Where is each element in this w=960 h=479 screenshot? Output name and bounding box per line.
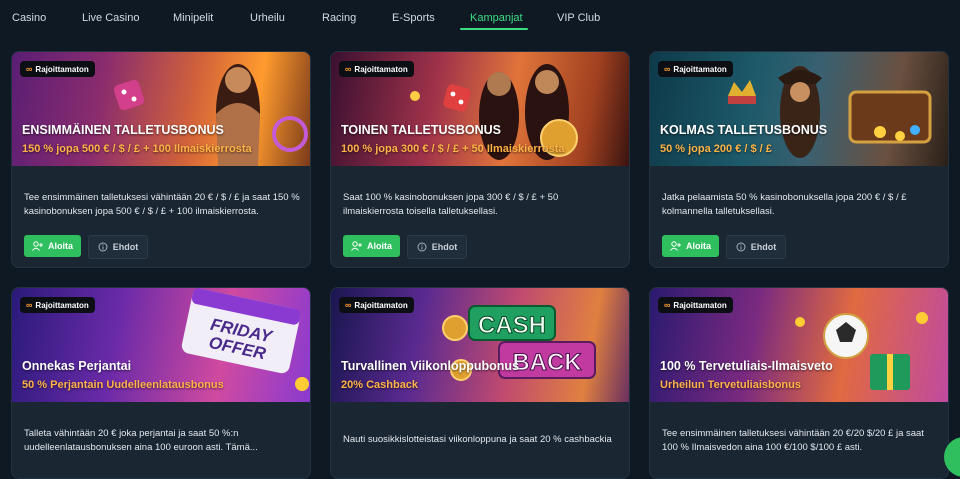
promo-subtitle: 150 % jopa 500 € / $ / £ + 100 Ilmaiskie…	[22, 143, 252, 155]
add-user-icon	[351, 241, 362, 251]
info-icon	[736, 242, 746, 252]
infinity-icon: ∞	[26, 64, 33, 74]
unlimited-badge: ∞ Rajoittamaton	[658, 297, 733, 313]
promo-subtitle: 20% Cashback	[341, 379, 419, 391]
unlimited-badge: ∞ Rajoittamaton	[339, 297, 414, 313]
promo-card-sports-free-bet: ∞ Rajoittamaton 100 % Tervetuliais-Ilmais…	[649, 287, 949, 479]
add-user-icon	[32, 241, 43, 251]
promo-subtitle: Urheilun Tervetuliaisbonus	[660, 379, 801, 391]
nav-item-esports[interactable]: E-Sports	[392, 12, 435, 24]
promo-title: ENSIMMÄINEN TALLETUSBONUS	[22, 123, 224, 137]
promo-title: Turvallinen Viikonloppubonus	[341, 359, 520, 373]
promo-title: KOLMAS TALLETUSBONUS	[660, 123, 828, 137]
promo-banner: CASH BACK ∞ Rajoittamaton Turvallinen Vii…	[331, 288, 629, 402]
promo-card-first-deposit: ∞ Rajoittamaton ENSIMMÄINEN TALLETUSBONUS…	[11, 51, 311, 268]
promo-subtitle: 50 % jopa 200 € / $ / £	[660, 143, 772, 155]
promo-description: Jatka pelaamista 50 % kasinobonuksella j…	[662, 192, 907, 217]
start-button[interactable]: Aloita	[662, 235, 719, 257]
infinity-icon: ∞	[345, 300, 352, 310]
promo-banner: FRIDAY OFFER ∞ Rajoittamaton Onnekas Perj…	[12, 288, 310, 402]
promo-title: 100 % Tervetuliais-Ilmaisveto	[660, 359, 833, 373]
unlimited-badge: ∞ Rajoittamaton	[20, 297, 95, 313]
infinity-icon: ∞	[664, 64, 671, 74]
promo-description: Tee ensimmäinen talletuksesi vähintään 2…	[24, 192, 300, 217]
terms-button[interactable]: Ehdot	[726, 235, 786, 259]
promo-description: Tee ensimmäinen talletuksesi vähintään 2…	[662, 428, 924, 453]
promo-card-second-deposit: ∞ Rajoittamaton TOINEN TALLETUSBONUS 100 …	[330, 51, 630, 268]
nav-item-racing[interactable]: Racing	[322, 12, 356, 24]
nav-active-indicator	[460, 28, 528, 30]
info-icon	[98, 242, 108, 252]
promo-subtitle: 100 % jopa 300 € / $ / £ + 50 Ilmaiskier…	[341, 143, 565, 155]
promo-banner: ∞ Rajoittamaton KOLMAS TALLETUSBONUS 50 %…	[650, 52, 948, 166]
promo-card-weekend-cashback: CASH BACK ∞ Rajoittamaton Turvallinen Vii…	[330, 287, 630, 479]
nav-item-urheilu[interactable]: Urheilu	[250, 12, 285, 24]
terms-button[interactable]: Ehdot	[407, 235, 467, 259]
cash-art-text: CASH	[478, 312, 546, 339]
unlimited-badge: ∞ Rajoittamaton	[658, 61, 733, 77]
promo-description: Talleta vähintään 20 € joka perjantai ja…	[24, 428, 258, 453]
promo-banner: ∞ Rajoittamaton ENSIMMÄINEN TALLETUSBONUS…	[12, 52, 310, 166]
terms-button[interactable]: Ehdot	[88, 235, 148, 259]
start-button[interactable]: Aloita	[343, 235, 400, 257]
promo-description: Saat 100 % kasinobonuksen jopa 300 € / $…	[343, 192, 559, 217]
nav-item-kampanjat[interactable]: Kampanjat	[470, 12, 523, 24]
infinity-icon: ∞	[26, 300, 33, 310]
start-button[interactable]: Aloita	[24, 235, 81, 257]
unlimited-badge: ∞ Rajoittamaton	[20, 61, 95, 77]
category-nav: Casino Live Casino Minipelit Urheilu Rac…	[0, 0, 960, 40]
infinity-icon: ∞	[664, 300, 671, 310]
nav-item-live-casino[interactable]: Live Casino	[82, 12, 139, 24]
promo-banner: ∞ Rajoittamaton TOINEN TALLETUSBONUS 100 …	[331, 52, 629, 166]
promo-title: TOINEN TALLETUSBONUS	[341, 123, 501, 137]
promo-card-third-deposit: ∞ Rajoittamaton KOLMAS TALLETUSBONUS 50 %…	[649, 51, 949, 268]
nav-item-vip-club[interactable]: VIP Club	[557, 12, 600, 24]
nav-item-casino[interactable]: Casino	[12, 12, 46, 24]
infinity-icon: ∞	[345, 64, 352, 74]
promo-description: Nauti suosikkislotteistasi viikonloppuna…	[343, 434, 612, 445]
promo-banner: ∞ Rajoittamaton 100 % Tervetuliais-Ilmais…	[650, 288, 948, 402]
promo-title: Onnekas Perjantai	[22, 359, 132, 373]
back-art-text: BACK	[512, 349, 582, 376]
nav-item-minipelit[interactable]: Minipelit	[173, 12, 213, 24]
unlimited-badge: ∞ Rajoittamaton	[339, 61, 414, 77]
promo-card-lucky-friday: FRIDAY OFFER ∞ Rajoittamaton Onnekas Perj…	[11, 287, 311, 479]
add-user-icon	[670, 241, 681, 251]
info-icon	[417, 242, 427, 252]
promo-subtitle: 50 % Perjantain Uudelleenlatausbonus	[22, 379, 224, 391]
